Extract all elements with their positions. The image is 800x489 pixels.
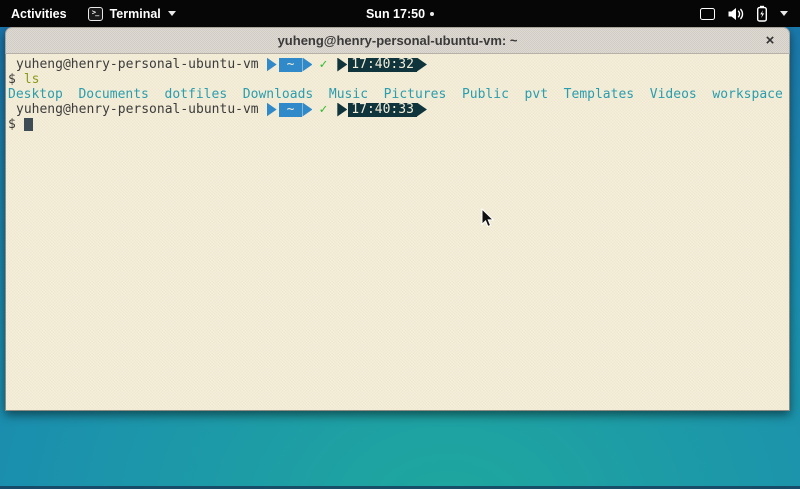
directory-name: Downloads xyxy=(243,87,313,102)
chevron-down-icon xyxy=(168,11,176,16)
prompt-line: yuheng@henry-personal-ubuntu-vm ~ ✓ 17:4… xyxy=(8,102,787,117)
volume-icon xyxy=(727,7,744,21)
window-title: yuheng@henry-personal-ubuntu-vm: ~ xyxy=(278,33,518,48)
prompt-cwd-badge: ~ xyxy=(279,58,303,72)
terminal-window: yuheng@henry-personal-ubuntu-vm: ~ × yuh… xyxy=(5,27,790,411)
powerline-arrow-icon xyxy=(267,103,277,117)
directory-name: dotfiles xyxy=(165,87,228,102)
powerline-arrow-icon xyxy=(337,103,347,117)
notification-dot-icon xyxy=(430,12,434,16)
window-titlebar[interactable]: yuheng@henry-personal-ubuntu-vm: ~ × xyxy=(5,27,790,54)
text-cursor xyxy=(24,118,33,131)
prompt-user: yuheng@henry-personal-ubuntu-vm xyxy=(16,102,259,117)
terminal-icon-glyph: >_ xyxy=(92,10,98,17)
check-icon: ✓ xyxy=(319,102,327,117)
directory-name: Music xyxy=(329,87,368,102)
app-menu-label: Terminal xyxy=(110,7,161,21)
powerline-arrow-icon xyxy=(267,58,277,72)
terminal-content[interactable]: yuheng@henry-personal-ubuntu-vm ~ ✓ 17:4… xyxy=(5,54,790,411)
top-bar: Activities >_ Terminal Sun 17:50 xyxy=(0,0,800,27)
directory-name: workspace xyxy=(712,87,782,102)
close-icon[interactable]: × xyxy=(760,31,780,51)
prompt-line: yuheng@henry-personal-ubuntu-vm ~ ✓ 17:4… xyxy=(8,57,787,72)
command-line-current[interactable]: $ xyxy=(8,117,787,132)
activities-button[interactable]: Activities xyxy=(0,0,78,27)
powerline-arrow-icon xyxy=(337,58,347,72)
directory-name: Videos xyxy=(650,87,697,102)
command-text: ls xyxy=(24,72,40,87)
battery-charging-icon xyxy=(756,5,768,22)
prompt-time-badge: 17:40:33 xyxy=(348,103,417,117)
check-icon: ✓ xyxy=(319,57,327,72)
prompt-symbol: $ xyxy=(8,72,16,87)
prompt-symbol: $ xyxy=(8,117,16,132)
directory-name: Pictures xyxy=(384,87,447,102)
powerline-arrow-icon xyxy=(302,103,312,117)
top-bar-left: Activities >_ Terminal xyxy=(0,0,186,27)
terminal-icon: >_ xyxy=(88,7,103,21)
system-status-area[interactable] xyxy=(688,0,800,27)
screen-share-icon xyxy=(700,8,715,20)
prompt-cwd-badge: ~ xyxy=(279,103,303,117)
powerline-arrow-icon xyxy=(417,58,427,72)
prompt-time-badge: 17:40:32 xyxy=(348,58,417,72)
prompt-user: yuheng@henry-personal-ubuntu-vm xyxy=(16,57,259,72)
directory-name: pvt xyxy=(525,87,548,102)
powerline-arrow-icon xyxy=(302,58,312,72)
command-line: $ ls xyxy=(8,72,787,87)
directory-name: Documents xyxy=(78,87,148,102)
powerline-arrow-icon xyxy=(417,103,427,117)
chevron-down-icon xyxy=(780,11,788,16)
app-menu-terminal[interactable]: >_ Terminal xyxy=(78,0,186,27)
clock-label: Sun 17:50 xyxy=(366,7,425,21)
directory-name: Templates xyxy=(564,87,634,102)
directory-name: Desktop xyxy=(8,87,63,102)
directory-name: Public xyxy=(462,87,509,102)
ls-output: Desktop Documents dotfiles Downloads Music Pi… xyxy=(8,87,787,102)
